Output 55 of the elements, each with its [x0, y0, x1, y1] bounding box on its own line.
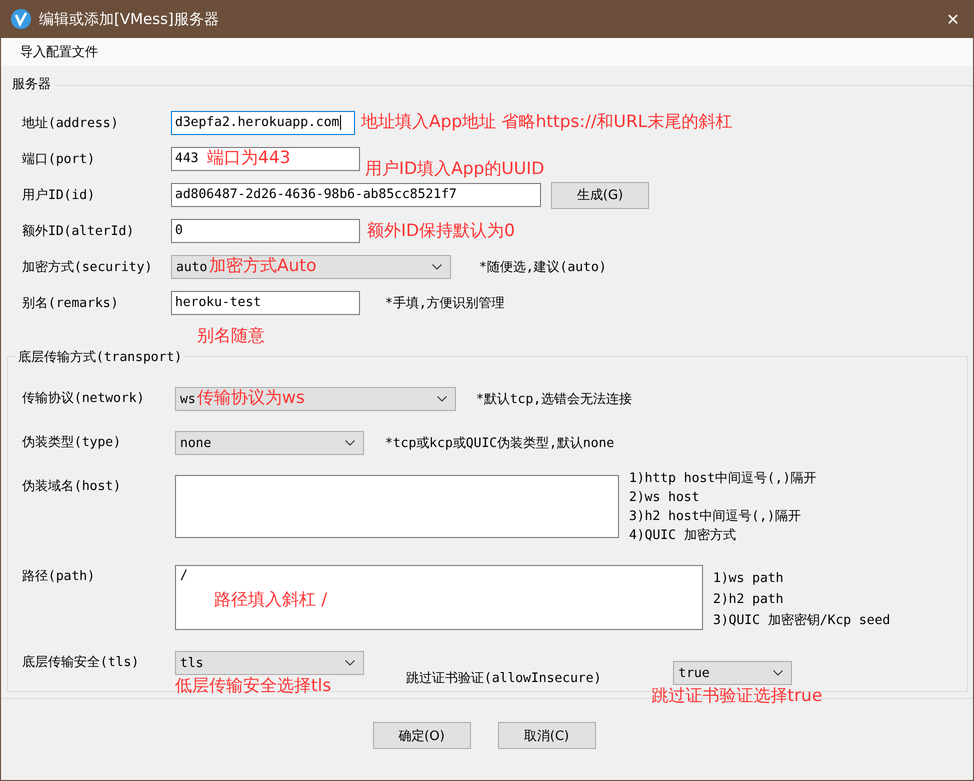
hint-text: *tcp或kcp或QUIC伪装类型,默认none: [385, 434, 614, 452]
field-label: 用户ID(id): [22, 187, 96, 204]
field-label: 地址(address): [22, 115, 120, 132]
input-field[interactable]: ad806487-2d26-4636-98b6-ab85cc8521f7: [171, 183, 541, 207]
group-title: 服务器: [12, 76, 52, 93]
chevron-down-icon: [345, 440, 355, 446]
hint-text: 3)h2 host中间逗号(,)隔开: [629, 508, 802, 526]
field-label: 别名(remarks): [22, 295, 120, 312]
field-label: 端口(port): [22, 151, 96, 168]
chevron-down-icon: [432, 264, 442, 270]
field-label: 额外ID(alterId): [22, 223, 136, 240]
input-field[interactable]: d3epfa2.herokuapp.com: [171, 111, 355, 135]
annotation-text: 加密方式Auto: [209, 255, 316, 277]
ok-button[interactable]: 确定(O): [372, 722, 470, 749]
close-button[interactable]: ✕: [933, 10, 973, 28]
group-title: 底层传输方式(transport): [16, 348, 184, 366]
annotation-text: 传输协议为ws: [197, 387, 305, 409]
field-label: 伪装类型(type): [22, 434, 122, 452]
annotation-text: 额外ID保持默认为0: [367, 221, 515, 241]
dropdown[interactable]: tls: [175, 651, 364, 675]
annotation-text: 别名随意: [197, 325, 265, 347]
hint-text: 4)QUIC 加密方式: [629, 527, 737, 545]
field-label: 伪装域名(host): [22, 478, 122, 496]
input-field[interactable]: 0: [171, 219, 360, 243]
input-field[interactable]: heroku-test: [171, 291, 360, 315]
annotation-text: 低层传输安全选择tls: [175, 675, 332, 697]
field-label: 底层传输安全(tls): [22, 654, 140, 672]
hint-text: 1)http host中间逗号(,)隔开: [629, 470, 817, 488]
cancel-button[interactable]: 取消(C): [498, 722, 596, 749]
menu-item[interactable]: 导入配置文件: [20, 43, 98, 61]
app-logo-icon: [11, 9, 31, 29]
field-label: 传输协议(network): [22, 390, 146, 408]
hint-text: 3)QUIC 加密密钥/Kcp seed: [713, 612, 890, 630]
dropdown[interactable]: true: [673, 661, 792, 685]
generate-button[interactable]: 生成(G): [551, 182, 649, 208]
annotation-text: 用户ID填入App的UUID: [365, 159, 544, 179]
field-label: 加密方式(security): [22, 259, 154, 276]
annotation-text: 端口为443: [207, 147, 290, 169]
window-title: 编辑或添加[VMess]服务器: [39, 10, 220, 28]
chevron-down-icon: [773, 670, 784, 676]
hint-text: *默认tcp,选错会无法连接: [476, 390, 632, 408]
hint-text: 2)h2 path: [713, 591, 784, 609]
field-label: 路径(path): [22, 568, 96, 586]
hint-text: 2)ws host: [629, 489, 700, 507]
chevron-down-icon: [437, 396, 447, 402]
hint-text: *随便选,建议(auto): [479, 259, 607, 276]
dropdown[interactable]: none: [175, 431, 364, 455]
chevron-down-icon: [345, 660, 355, 666]
annotation-text: 路径填入斜杠 /: [214, 589, 328, 611]
hint-text: *手填,方便识别管理: [385, 295, 505, 312]
field-label: 跳过证书验证(allowInsecure): [406, 670, 602, 688]
annotation-text: 地址填入App地址 省略https://和URL末尾的斜杠: [361, 111, 732, 133]
hint-text: 1)ws path: [713, 570, 784, 588]
annotation-text: 跳过证书验证选择true: [651, 685, 822, 707]
text-area[interactable]: [175, 475, 619, 538]
